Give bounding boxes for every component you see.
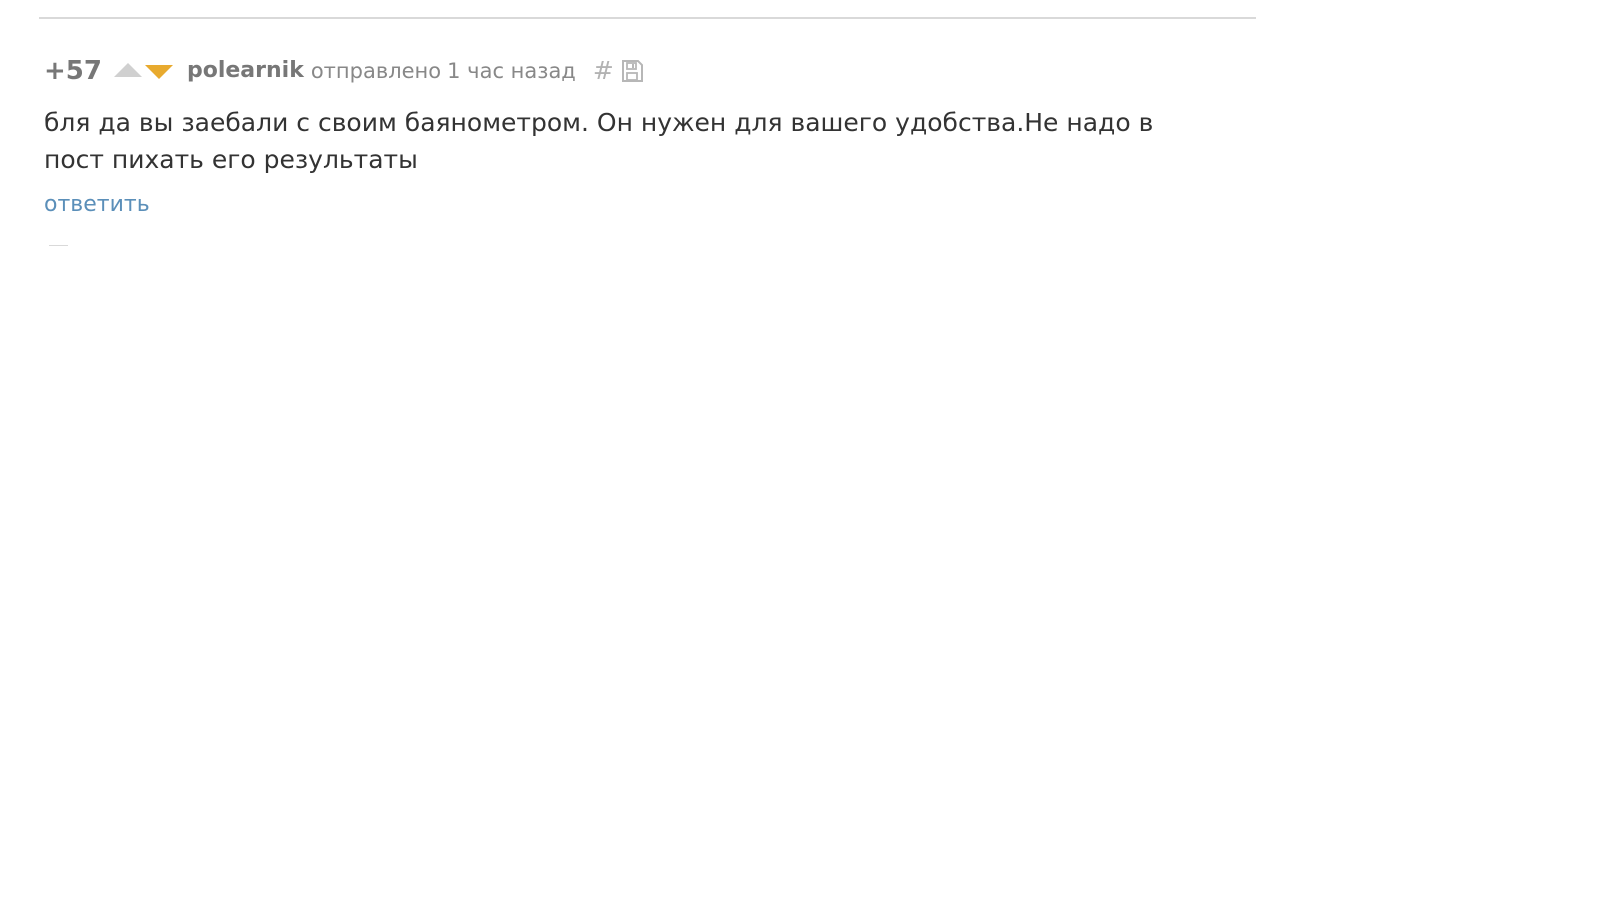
collapsed-thread-line xyxy=(49,245,68,246)
comment-rating: +57 xyxy=(44,56,102,86)
upvote-icon[interactable] xyxy=(113,63,142,77)
comment: +57 polearnik отправлено 1 час назад # б… xyxy=(44,56,1154,220)
comment-time: 1 час назад xyxy=(447,59,576,83)
downvote-icon[interactable] xyxy=(144,65,173,79)
comment-meta: +57 polearnik отправлено 1 час назад # xyxy=(44,56,1154,86)
permalink-link[interactable]: # xyxy=(593,56,614,86)
sent-label: отправлено xyxy=(310,59,442,83)
top-divider xyxy=(39,17,1256,19)
reply-link[interactable]: ответить xyxy=(44,190,150,220)
save-icon[interactable] xyxy=(620,59,645,84)
author-link[interactable]: polearnik xyxy=(187,56,304,86)
comment-text: бля да вы заебали с своим баянометром. О… xyxy=(44,108,1154,174)
